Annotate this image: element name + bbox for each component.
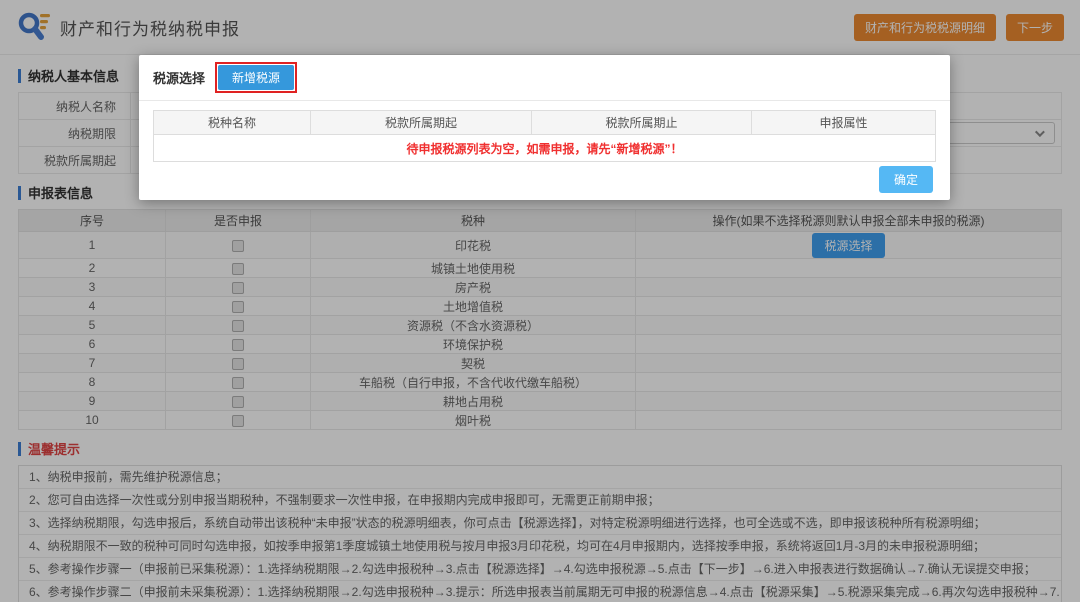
- modal-footer: 确定: [879, 166, 933, 193]
- col-header-declare-attr: 申报属性: [752, 111, 936, 135]
- modal-header: 税源选择 新增税源: [139, 55, 950, 101]
- red-highlight-box: 新增税源: [215, 62, 297, 93]
- empty-message: 待申报税源列表为空，如需申报，请先“新增税源”！: [154, 135, 936, 162]
- col-header-period-start: 税款所属期起: [311, 111, 532, 135]
- col-header-period-end: 税款所属期止: [532, 111, 752, 135]
- confirm-button[interactable]: 确定: [879, 166, 933, 193]
- add-tax-source-button[interactable]: 新增税源: [218, 65, 294, 90]
- col-header-tax-name: 税种名称: [154, 111, 311, 135]
- empty-row: 待申报税源列表为空，如需申报，请先“新增税源”！: [154, 135, 936, 162]
- tax-source-select-modal: 税源选择 新增税源 税种名称 税款所属期起 税款所属期止 申报属性 待申报税源列…: [139, 55, 950, 200]
- table-header-row: 税种名称 税款所属期起 税款所属期止 申报属性: [154, 111, 936, 135]
- modal-title: 税源选择: [153, 68, 205, 87]
- modal-table: 税种名称 税款所属期起 税款所属期止 申报属性 待申报税源列表为空，如需申报，请…: [153, 110, 936, 162]
